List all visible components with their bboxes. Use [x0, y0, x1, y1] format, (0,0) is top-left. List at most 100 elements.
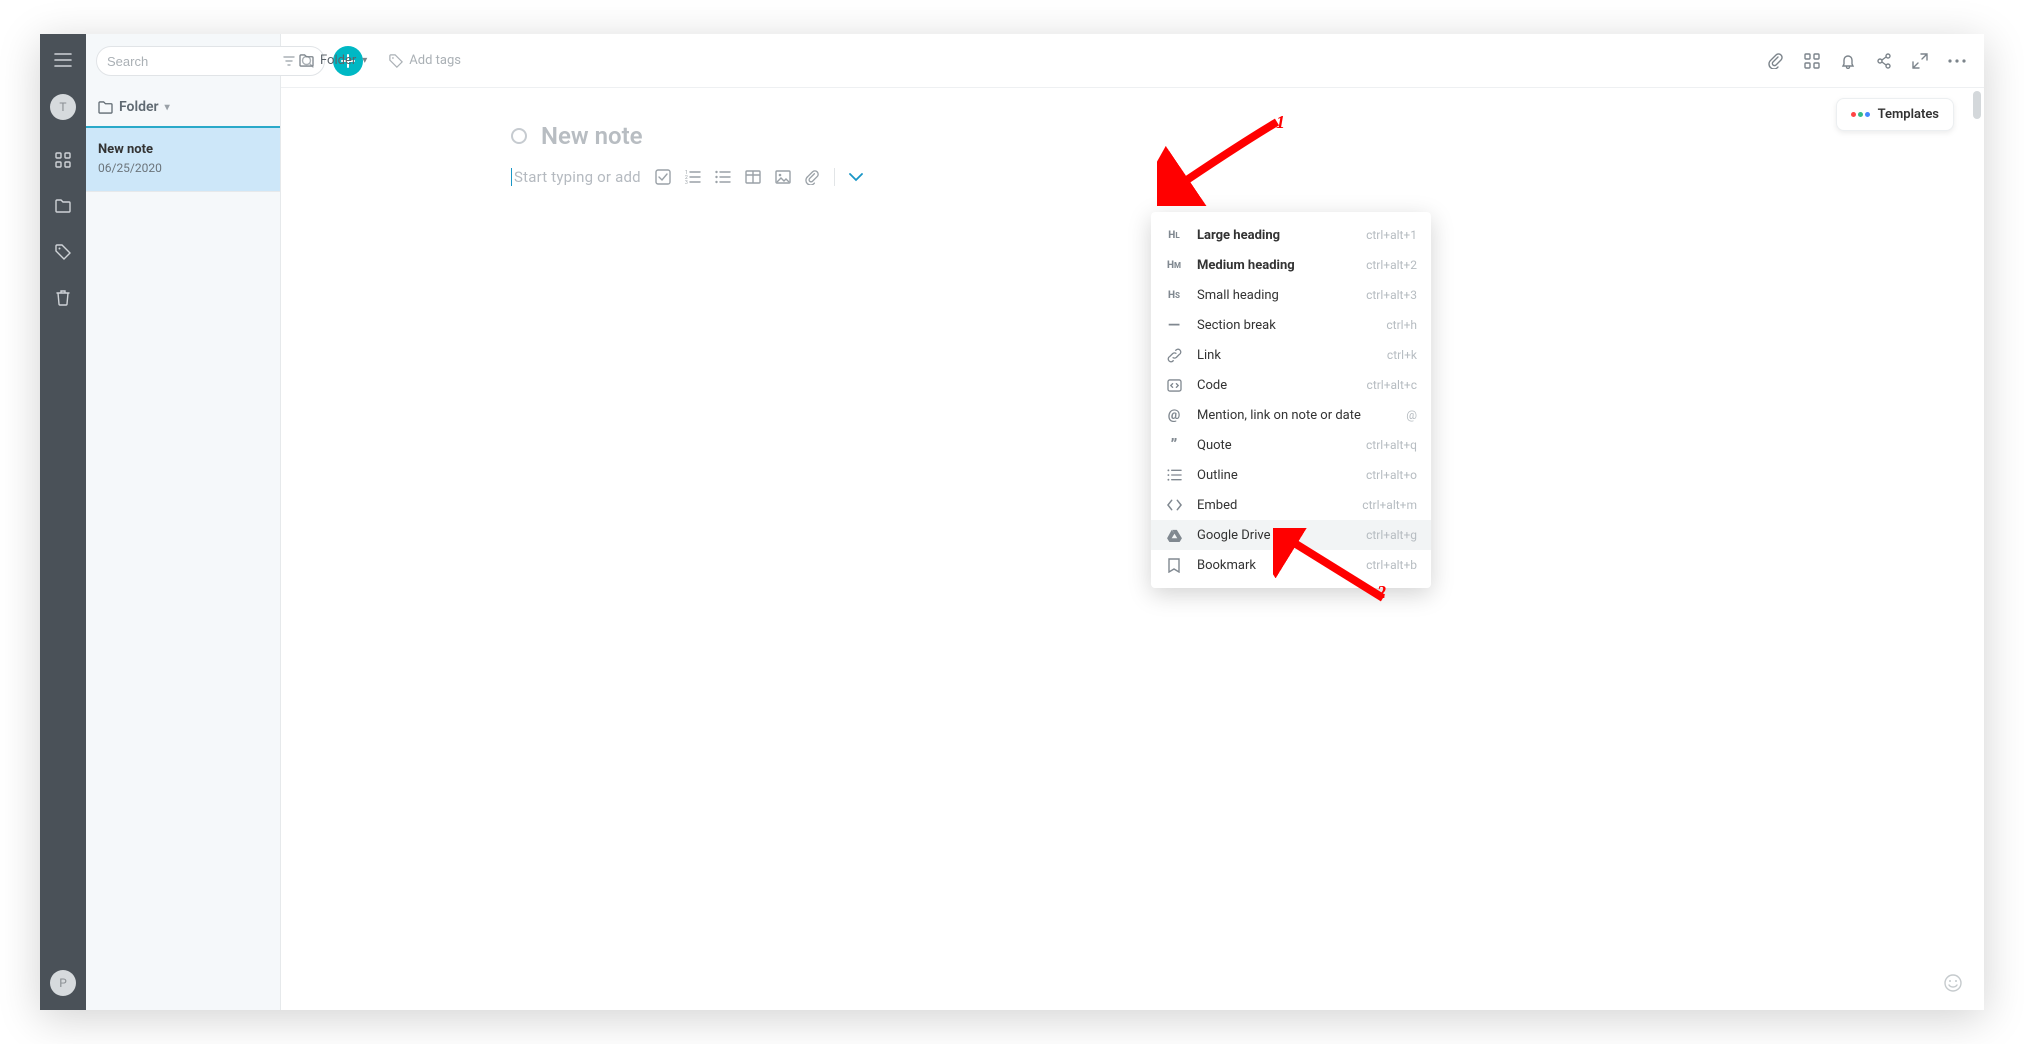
emoji-button[interactable]	[1944, 974, 1962, 996]
expand-icon[interactable]	[1912, 53, 1928, 69]
task-circle-icon[interactable]	[511, 128, 527, 144]
dropdown-item-shortcut: ctrl+alt+m	[1362, 498, 1417, 512]
folder-header[interactable]: Folder ▾	[86, 88, 280, 128]
user-avatar-top[interactable]: T	[50, 94, 76, 120]
dropdown-item-label: Section break	[1197, 318, 1372, 333]
dropdown-item-shortcut: ctrl+alt+g	[1366, 528, 1417, 542]
note-title[interactable]: New note	[541, 122, 643, 150]
notes-list-panel: Folder ▾ New note 06/25/2020	[86, 34, 281, 1010]
dropdown-item-embed[interactable]: Embed ctrl+alt+m	[1151, 490, 1431, 520]
share-icon[interactable]	[1876, 53, 1892, 69]
note-list-item-date: 06/25/2020	[98, 161, 268, 175]
insert-more-chevron-icon[interactable]	[849, 173, 863, 182]
breadcrumb-folder[interactable]: Folder ▾	[299, 53, 367, 68]
note-list-item-title: New note	[98, 142, 268, 157]
search-input[interactable]	[107, 54, 283, 69]
dropdown-item-label: Google Drive	[1197, 528, 1352, 543]
app-frame: T P	[40, 34, 1984, 1010]
left-rail: T P	[40, 34, 86, 1010]
folder-icon	[299, 54, 314, 67]
dropdown-item-large-heading[interactable]: HL Large heading ctrl+alt+1	[1151, 220, 1431, 250]
dropdown-item-icon	[1165, 348, 1183, 363]
attachment-inline-icon[interactable]	[805, 170, 820, 185]
add-tags-placeholder: Add tags	[409, 53, 461, 68]
dropdown-item-shortcut: ctrl+alt+2	[1366, 258, 1417, 272]
tag-icon	[389, 54, 403, 68]
apps-icon[interactable]	[51, 148, 75, 172]
checkbox-icon[interactable]	[655, 169, 671, 185]
dropdown-item-code[interactable]: Code ctrl+alt+c	[1151, 370, 1431, 400]
dropdown-item-shortcut: ctrl+k	[1387, 348, 1417, 362]
ordered-list-icon[interactable]: 123	[685, 170, 701, 184]
editor-body[interactable]: New note Start typing or add 123	[281, 88, 1984, 1010]
tag-rail-icon[interactable]	[51, 240, 75, 264]
user-avatar-bottom[interactable]: P	[50, 970, 76, 996]
scrollbar[interactable]	[1970, 91, 1982, 1004]
dropdown-item-shortcut: ctrl+h	[1386, 318, 1417, 332]
apps-topbar-icon[interactable]	[1804, 53, 1820, 69]
folder-label: Folder	[119, 99, 159, 115]
chevron-down-icon: ▾	[165, 102, 170, 113]
annotation-1: 1	[1276, 112, 1285, 133]
templates-icon	[1851, 112, 1870, 117]
dropdown-item-label: Mention, link on note or date	[1197, 408, 1392, 423]
svg-text:3: 3	[685, 180, 688, 184]
editor-topbar: Folder ▾ Add tags	[281, 34, 1984, 88]
dropdown-item-google-drive[interactable]: Google Drive ctrl+alt+g	[1151, 520, 1431, 550]
dropdown-item-medium-heading[interactable]: HM Medium heading ctrl+alt+2	[1151, 250, 1431, 280]
toolbar-separator	[834, 168, 835, 186]
trash-rail-icon[interactable]	[51, 286, 75, 310]
dropdown-item-shortcut: ctrl+alt+1	[1366, 228, 1417, 242]
compose-placeholder[interactable]: Start typing or add	[511, 168, 641, 186]
add-tags-field[interactable]: Add tags	[389, 53, 461, 68]
dropdown-item-label: Large heading	[1197, 228, 1352, 243]
dropdown-item-label: Small heading	[1197, 288, 1352, 303]
dropdown-item-icon	[1165, 469, 1183, 481]
dropdown-item-icon	[1165, 499, 1183, 511]
dropdown-item-shortcut: @	[1406, 408, 1417, 422]
attachment-icon[interactable]	[1768, 53, 1784, 69]
dropdown-item-label: Quote	[1197, 438, 1352, 453]
dropdown-item-outline[interactable]: Outlinectrl+alt+o	[1151, 460, 1431, 490]
dropdown-item-label: Embed	[1197, 498, 1348, 513]
dropdown-item-shortcut: ctrl+alt+q	[1366, 438, 1417, 452]
annotation-2: 2	[1377, 582, 1386, 603]
dropdown-item-section-break[interactable]: —Section breakctrl+h	[1151, 310, 1431, 340]
dropdown-item-label: Outline	[1197, 468, 1352, 483]
chevron-down-icon: ▾	[362, 55, 367, 66]
dropdown-item-icon	[1165, 558, 1183, 573]
bullet-list-icon[interactable]	[715, 170, 731, 184]
dropdown-item-icon	[1165, 529, 1183, 542]
dropdown-item-label: Code	[1197, 378, 1353, 393]
dropdown-item-shortcut: ctrl+alt+3	[1366, 288, 1417, 302]
compose-toolbar: 123	[655, 168, 863, 186]
dropdown-item-quote[interactable]: ”Quotectrl+alt+q	[1151, 430, 1431, 460]
folder-rail-icon[interactable]	[51, 194, 75, 218]
dropdown-item-link[interactable]: Link ctrl+k	[1151, 340, 1431, 370]
dropdown-item-label: Link	[1197, 348, 1373, 363]
insert-dropdown: HL Large heading ctrl+alt+1 HM Medium headin…	[1151, 212, 1431, 588]
dropdown-item-shortcut: ctrl+alt+b	[1366, 558, 1417, 572]
note-list-item[interactable]: New note 06/25/2020	[86, 128, 280, 192]
menu-icon[interactable]	[51, 48, 75, 72]
dropdown-item-bookmark[interactable]: Bookmark ctrl+alt+b	[1151, 550, 1431, 580]
bell-icon[interactable]	[1840, 53, 1856, 69]
templates-label: Templates	[1878, 107, 1939, 122]
main-editor: Folder ▾ Add tags	[281, 34, 1984, 1010]
dropdown-item-icon: HL	[1165, 230, 1183, 241]
dropdown-item-icon: HM	[1165, 260, 1183, 271]
folder-icon	[98, 101, 113, 114]
dropdown-item-icon: @	[1165, 407, 1183, 423]
dropdown-item-label: Medium heading	[1197, 258, 1352, 273]
dropdown-item-small-heading[interactable]: HS Small heading ctrl+alt+3	[1151, 280, 1431, 310]
dropdown-item-mention-link-on-note-or-date[interactable]: @ Mention, link on note or date @	[1151, 400, 1431, 430]
more-icon[interactable]	[1948, 59, 1966, 63]
table-icon[interactable]	[745, 170, 761, 184]
templates-button[interactable]: Templates	[1836, 98, 1954, 131]
image-icon[interactable]	[775, 170, 791, 184]
breadcrumb-label: Folder	[320, 53, 356, 68]
dropdown-item-shortcut: ctrl+alt+c	[1367, 378, 1417, 392]
dropdown-item-icon: HS	[1165, 290, 1183, 301]
dropdown-item-icon	[1165, 379, 1183, 392]
dropdown-item-label: Bookmark	[1197, 558, 1352, 573]
